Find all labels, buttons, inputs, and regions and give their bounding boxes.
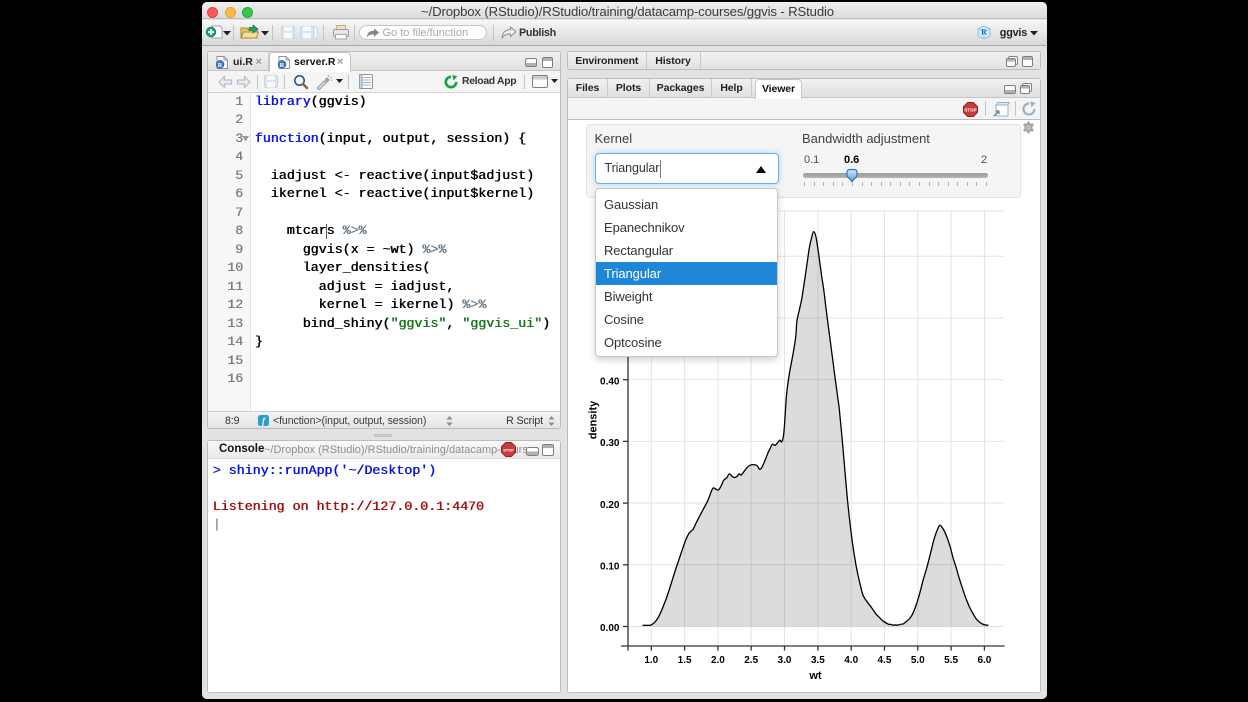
svg-text:2.5: 2.5 bbox=[744, 655, 758, 666]
svg-text:6.0: 6.0 bbox=[977, 655, 991, 666]
svg-text:3.0: 3.0 bbox=[778, 655, 792, 666]
svg-text:0.10: 0.10 bbox=[600, 562, 620, 573]
svg-text:0.00: 0.00 bbox=[600, 623, 620, 634]
svg-text:4.0: 4.0 bbox=[844, 655, 858, 666]
svg-text:1.0: 1.0 bbox=[644, 655, 658, 666]
svg-text:R: R bbox=[280, 61, 285, 68]
svg-text:2.0: 2.0 bbox=[711, 655, 725, 666]
svg-text:wt: wt bbox=[808, 670, 822, 682]
svg-text:5.5: 5.5 bbox=[944, 655, 958, 666]
svg-text:0.30: 0.30 bbox=[600, 438, 620, 449]
svg-text:0.20: 0.20 bbox=[600, 500, 620, 511]
svg-text:5.0: 5.0 bbox=[911, 655, 925, 666]
svg-text:4.5: 4.5 bbox=[878, 655, 892, 666]
svg-text:3.5: 3.5 bbox=[811, 655, 825, 666]
svg-text:R: R bbox=[981, 28, 987, 37]
svg-text:1.5: 1.5 bbox=[678, 655, 692, 666]
svg-text:STOP: STOP bbox=[964, 108, 976, 113]
svg-text:STOP: STOP bbox=[503, 447, 514, 452]
svg-text:R: R bbox=[218, 61, 223, 68]
svg-text:0.40: 0.40 bbox=[600, 376, 620, 387]
svg-text:density: density bbox=[588, 400, 600, 439]
